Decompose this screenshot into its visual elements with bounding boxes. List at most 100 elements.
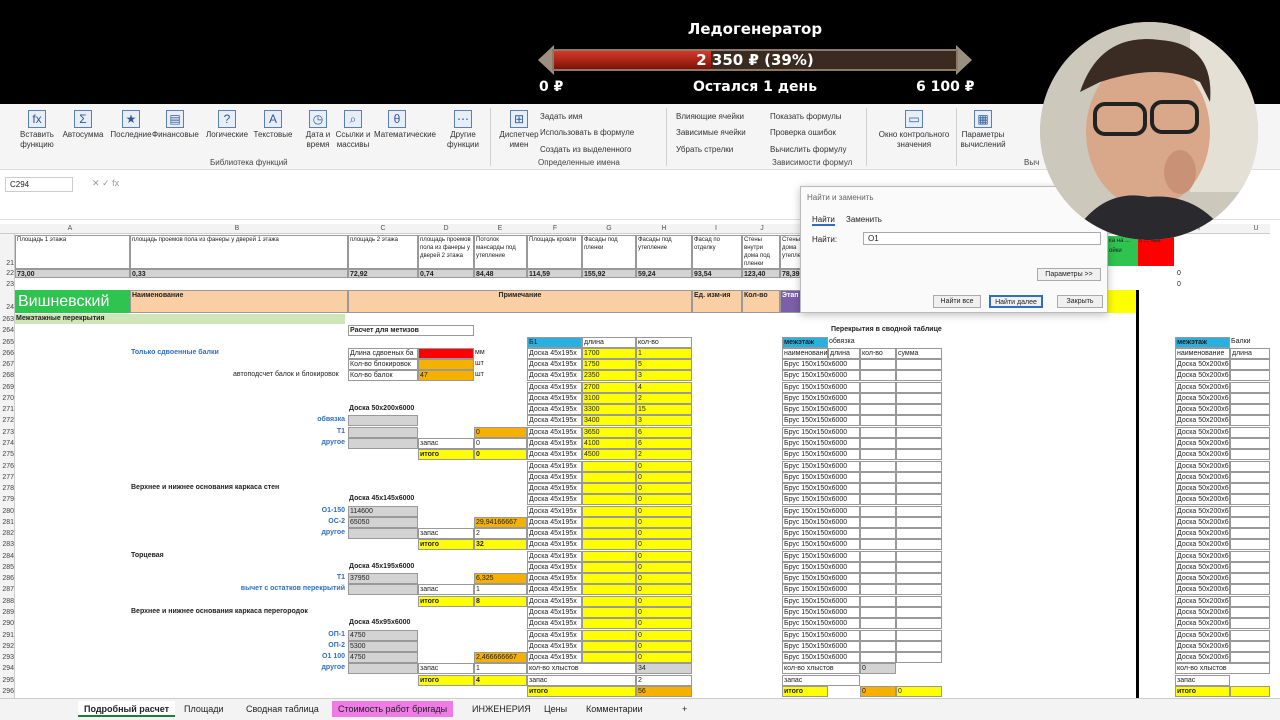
col-F[interactable]: F xyxy=(549,224,561,234)
tab-find[interactable]: Найти xyxy=(812,215,835,226)
row-264[interactable]: 264 xyxy=(0,325,14,336)
col-I[interactable]: I xyxy=(710,224,722,234)
sheet-tab-5[interactable]: ИНЖЕНЕРИЯ xyxy=(466,701,537,717)
fx-icon[interactable]: ✕ ✓ fx xyxy=(92,178,119,189)
row-279[interactable]: 279 xyxy=(0,494,14,505)
row-281[interactable]: 281 xyxy=(0,517,14,528)
col-E[interactable]: E xyxy=(494,224,506,234)
row-292[interactable]: 292 xyxy=(0,641,14,652)
row-273[interactable]: 273 xyxy=(0,427,14,438)
row-294[interactable]: 294 xyxy=(0,663,14,674)
col-D[interactable]: D xyxy=(440,224,452,234)
sheet-tab-3[interactable]: Сводная таблица xyxy=(240,701,325,717)
sheet-tab-2[interactable]: Площади xyxy=(178,701,230,717)
ribbon-button-3[interactable]: ★ Последние xyxy=(108,110,154,140)
row-282[interactable]: 282 xyxy=(0,528,14,539)
ribbon-button-6[interactable]: A Текстовые xyxy=(250,110,296,140)
name-box[interactable]: C294 xyxy=(5,177,73,192)
ribbon-button-2[interactable]: Σ Автосумма xyxy=(60,110,106,140)
far-v-292 xyxy=(1230,640,1270,652)
row-269[interactable]: 269 xyxy=(0,382,14,393)
row-283[interactable]: 283 xyxy=(0,539,14,550)
ribbon-button-5[interactable]: ? Логические xyxy=(204,110,250,140)
remove-arrows-button[interactable]: Убрать стрелки xyxy=(676,145,733,154)
row-267[interactable]: 267 xyxy=(0,359,14,370)
params-button[interactable]: Параметры >> xyxy=(1037,268,1101,281)
show-formulas-button[interactable]: Показать формулы xyxy=(770,112,842,121)
svod-itogo-val: 0 xyxy=(860,685,896,697)
row-266[interactable]: 266 xyxy=(0,348,14,359)
trace-dependents-button[interactable]: Зависимые ячейки xyxy=(676,128,746,137)
ribbon-button-8[interactable]: ⌕ Ссылки и массивы xyxy=(330,110,376,150)
error-checking-button[interactable]: Проверка ошибок xyxy=(770,128,836,137)
use-in-formula-button[interactable]: Использовать в формуле xyxy=(540,128,634,137)
col-G[interactable]: G xyxy=(603,224,615,234)
close-button[interactable]: Закрыть xyxy=(1057,295,1103,308)
row-271[interactable]: 271 xyxy=(0,404,14,415)
ribbon-button-10[interactable]: ⋯ Другие функции xyxy=(440,110,486,150)
svod-brus-274: Брус 150х150х6000 xyxy=(782,437,860,449)
row-293[interactable]: 293 xyxy=(0,652,14,663)
col-U[interactable]: U xyxy=(1250,224,1262,234)
row-270[interactable]: 270 xyxy=(0,393,14,404)
row-275[interactable]: 275 xyxy=(0,449,14,460)
sheet-tab-7[interactable]: Комментарии xyxy=(580,701,649,717)
ribbon-button-4[interactable]: ▤ Финансовые xyxy=(152,110,199,140)
add-sheet-button[interactable]: + xyxy=(676,701,693,717)
row-286[interactable]: 286 xyxy=(0,573,14,584)
b1-qty-290: 0 xyxy=(636,618,692,630)
ribbon-button-12[interactable]: ▭ Окно контрольного значения xyxy=(872,110,956,150)
row-277[interactable]: 277 xyxy=(0,472,14,483)
tab-replace[interactable]: Заменить xyxy=(846,215,882,224)
svod-s-267 xyxy=(896,359,942,371)
b1-len-274: 4100 xyxy=(582,437,636,449)
row-278[interactable]: 278 xyxy=(0,483,14,494)
col-B[interactable]: B xyxy=(231,224,243,234)
calc-v268: 47 xyxy=(418,370,474,382)
row-287[interactable]: 287 xyxy=(0,584,14,595)
sheet-tab-6[interactable]: Цены xyxy=(538,701,573,717)
b1-len-284 xyxy=(582,550,636,562)
row-274[interactable]: 274 xyxy=(0,438,14,449)
row-268[interactable]: 268 xyxy=(0,370,14,381)
row-265[interactable]: 265 xyxy=(0,337,14,348)
find-input[interactable]: О1 xyxy=(863,232,1101,245)
find-next-button[interactable]: Найти далее xyxy=(989,295,1043,308)
col-A[interactable]: A xyxy=(64,224,76,234)
row-290[interactable]: 290 xyxy=(0,618,14,629)
b1-qty-278: 0 xyxy=(636,483,692,495)
th-name: Наименование xyxy=(130,290,348,313)
ribbon-button-13[interactable]: ▦ Параметры вычислений xyxy=(960,110,1006,150)
row-295[interactable]: 295 xyxy=(0,675,14,686)
create-from-selection-button[interactable]: Создать из выделенного xyxy=(540,145,631,154)
find-all-button[interactable]: Найти все xyxy=(933,295,981,308)
b1-len-285 xyxy=(582,561,636,573)
row-24[interactable]: 24 xyxy=(0,302,14,313)
sheet-tab-4[interactable]: Стоимость работ бригады xyxy=(332,701,454,717)
row-272[interactable]: 272 xyxy=(0,415,14,426)
col-C[interactable]: C xyxy=(377,224,389,234)
evaluate-formula-button[interactable]: Вычислить формулу xyxy=(770,145,846,154)
define-name-button[interactable]: Задать имя xyxy=(540,112,583,121)
ribbon-button-9[interactable]: θ Математические xyxy=(374,110,436,140)
col-J[interactable]: J xyxy=(756,224,768,234)
left-d-283: итого xyxy=(418,539,474,551)
ribbon-button-11[interactable]: ⊞ Диспетчер имен xyxy=(496,110,542,150)
trace-precedents-button[interactable]: Влияющие ячейки xyxy=(676,112,744,121)
val22-i: 93,54 xyxy=(692,269,742,278)
col-H[interactable]: H xyxy=(658,224,670,234)
ribbon-button-1[interactable]: fx Вставить функцию xyxy=(14,110,60,150)
left-e-295: 4 xyxy=(474,674,527,686)
row-289[interactable]: 289 xyxy=(0,607,14,618)
row-285[interactable]: 285 xyxy=(0,562,14,573)
row-263[interactable]: 263 xyxy=(0,314,14,325)
sheet-tab-1[interactable]: Подробный расчет xyxy=(78,701,176,717)
row-288[interactable]: 288 xyxy=(0,596,14,607)
row-291[interactable]: 291 xyxy=(0,630,14,641)
row-280[interactable]: 280 xyxy=(0,506,14,517)
row-276[interactable]: 276 xyxy=(0,461,14,472)
row-22[interactable]: 22 xyxy=(0,268,14,279)
row-296[interactable]: 296 xyxy=(0,686,14,697)
row-23[interactable]: 23 xyxy=(0,279,14,290)
row-284[interactable]: 284 xyxy=(0,551,14,562)
